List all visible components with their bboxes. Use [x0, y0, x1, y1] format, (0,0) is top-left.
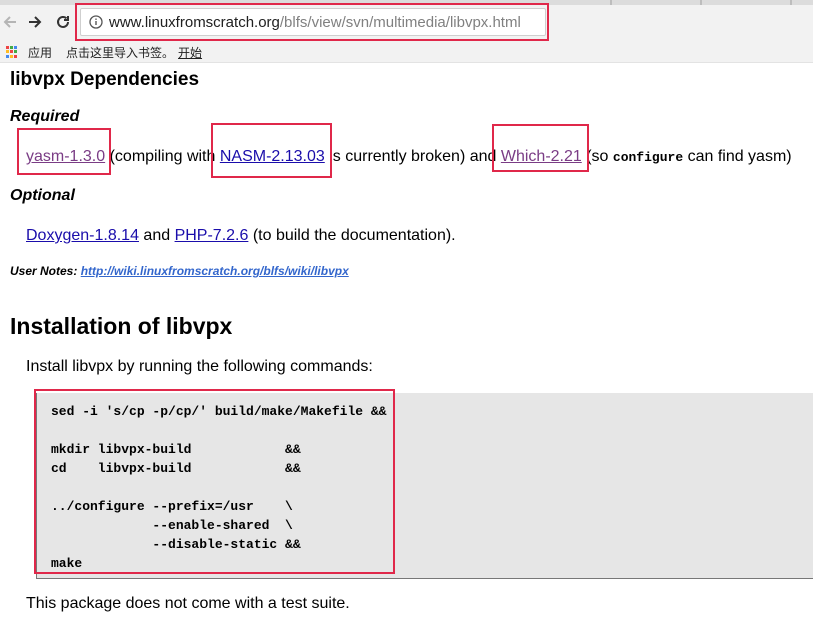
back-icon[interactable]: [0, 12, 20, 32]
tab-edge: [790, 0, 792, 5]
apps-label[interactable]: 应用: [28, 44, 52, 61]
bookmarks-bar: 应用 点击这里导入书签。 开始: [0, 42, 813, 63]
text: and: [138, 227, 175, 244]
forward-icon[interactable]: [25, 12, 45, 32]
install-intro: Install libvpx by running the following …: [26, 358, 373, 375]
user-notes-link[interactable]: http://wiki.linuxfromscratch.org/blfs/wi…: [81, 264, 349, 278]
user-notes-label: User Notes:: [10, 264, 78, 278]
user-notes: User Notes: http://wiki.linuxfromscratch…: [10, 264, 349, 278]
doxygen-link[interactable]: Doxygen-1.8.14: [26, 227, 139, 244]
import-bookmarks-text: 点击这里导入书签。: [66, 45, 175, 60]
text: can find yasm): [683, 148, 792, 165]
highlight-box-url: [75, 3, 549, 41]
start-link[interactable]: 开始: [178, 44, 202, 61]
required-heading: Required: [10, 108, 80, 125]
php-link[interactable]: PHP-7.2.6: [175, 227, 249, 244]
required-deps: yasm-1.3.0 (compiling with NASM-2.13.03 …: [26, 148, 792, 166]
reload-icon[interactable]: [53, 12, 73, 32]
test-suite-note: This package does not come with a test s…: [26, 595, 350, 612]
highlight-box-nasm: [211, 123, 332, 178]
tab-edge: [700, 0, 702, 5]
optional-heading: Optional: [10, 187, 75, 204]
configure-code: configure: [612, 150, 684, 165]
dependencies-heading: libvpx Dependencies: [10, 69, 200, 90]
tab-edge: [610, 0, 612, 5]
text: (to build the documentation).: [248, 227, 456, 244]
optional-deps: Doxygen-1.8.14 and PHP-7.2.6 (to build t…: [26, 227, 456, 245]
highlight-box-which: [492, 124, 589, 172]
highlight-box-commands: [34, 389, 395, 574]
text: (compiling with: [105, 148, 220, 165]
installation-heading: Installation of libvpx: [10, 313, 233, 339]
text: is currently broken) and: [324, 148, 501, 165]
highlight-box-yasm: [17, 128, 111, 175]
apps-grid-icon[interactable]: [6, 46, 18, 58]
